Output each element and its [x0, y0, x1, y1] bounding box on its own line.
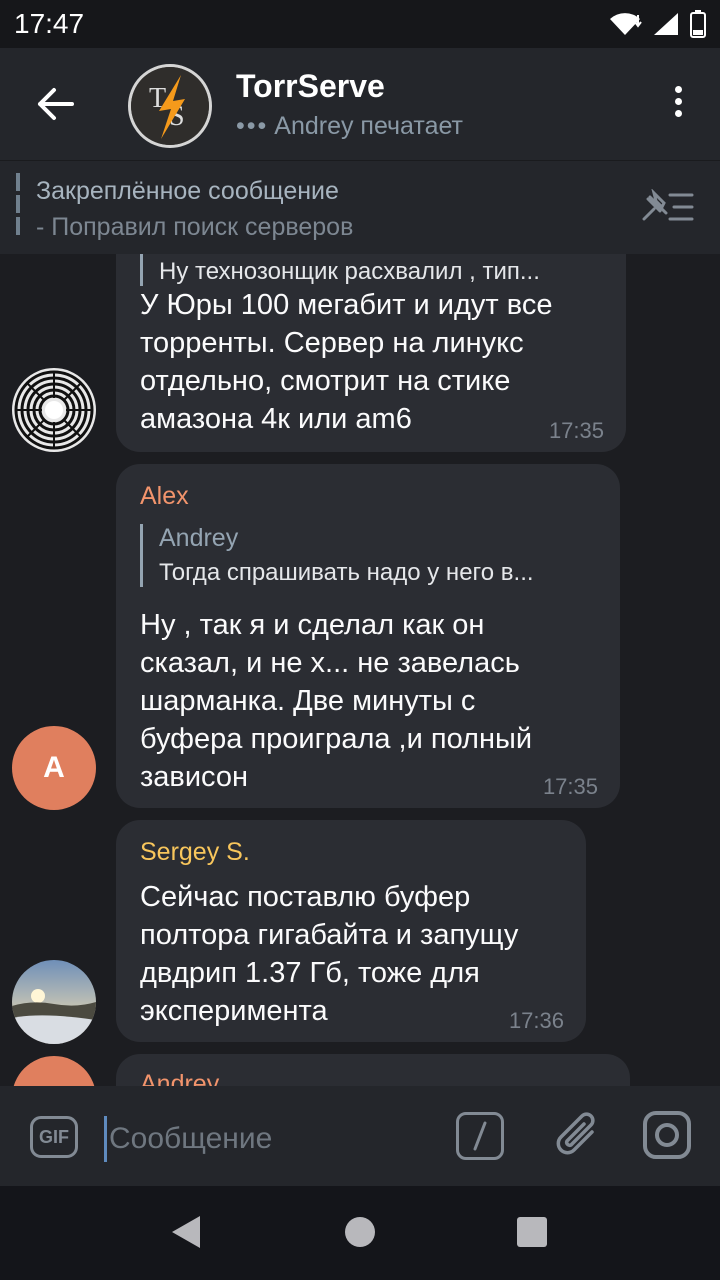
message-composer: GIF	[0, 1086, 720, 1186]
reply-preview[interactable]: Ну технозонщик расхвалил , тип...	[140, 254, 600, 286]
message-text: У Юры 100 мегабит и идут все торренты. С…	[140, 289, 553, 435]
avatar[interactable]	[12, 960, 96, 1044]
system-navigation-bar	[0, 1186, 720, 1280]
message-time: 17:35	[542, 774, 598, 799]
message-bubble[interactable]: Andrey	[116, 1054, 630, 1086]
avatar-letter: A	[43, 751, 65, 784]
sender-name[interactable]: Andrey	[140, 1070, 219, 1086]
reply-text: Ну технозонщик расхвалил , тип...	[159, 258, 540, 285]
chat-header: T S TorrServe ••• Andrey печатает	[0, 48, 720, 160]
message-text: Сейчас поставлю буфер полтора гигабайта …	[140, 881, 519, 1027]
avatar[interactable]: A	[12, 726, 96, 810]
signal-icon	[654, 13, 678, 35]
slash-icon	[473, 1121, 487, 1151]
unpin-icon[interactable]	[640, 189, 696, 225]
reply-name: Andrey	[159, 524, 239, 552]
reply-preview[interactable]: Andrey Тогда спрашивать надо у него в...	[140, 524, 600, 587]
nav-recents-icon[interactable]	[516, 1216, 548, 1248]
landscape-avatar-icon	[12, 960, 96, 1044]
status-icons	[608, 10, 706, 38]
typing-text: Andrey печатает	[274, 112, 464, 140]
torrserve-logo-icon: T S	[131, 67, 209, 145]
message-time: 17:36	[508, 1008, 564, 1033]
message-bubble[interactable]: Alex Andrey Тогда спрашивать надо у него…	[116, 464, 620, 808]
chat-title[interactable]: TorrServe	[236, 68, 385, 105]
spiral-avatar-icon	[12, 368, 96, 452]
menu-dots-icon[interactable]	[670, 86, 686, 122]
status-time: 17:47	[14, 8, 85, 39]
typing-dots: •••	[236, 112, 269, 140]
pinned-message[interactable]: Закреплённое сообщение - Поправил поиск …	[0, 160, 720, 254]
status-bar: 17:47	[0, 0, 720, 48]
camera-icon[interactable]	[642, 1110, 692, 1160]
sender-name[interactable]: Alex	[140, 482, 189, 511]
battery-icon	[690, 10, 706, 38]
avatar[interactable]	[12, 368, 96, 452]
message-list[interactable]: Ну технозонщик расхвалил , тип... У Юры …	[0, 254, 720, 1086]
nav-back-icon[interactable]	[168, 1214, 204, 1250]
message-bubble[interactable]: Sergey S. Сейчас поставлю буфер полтора …	[116, 820, 586, 1042]
message-time: 17:35	[548, 418, 604, 443]
pinned-indicator	[16, 173, 20, 239]
nav-home-icon[interactable]	[344, 1216, 376, 1248]
pinned-title: Закреплённое сообщение	[36, 177, 339, 205]
sender-name[interactable]: Sergey S.	[140, 838, 250, 867]
bot-command-icon[interactable]	[456, 1112, 504, 1160]
wifi-icon	[610, 13, 642, 35]
typing-status: ••• Andrey печатает	[236, 112, 463, 141]
back-arrow-icon[interactable]	[32, 84, 80, 124]
message-bubble[interactable]: Ну технозонщик расхвалил , тип... У Юры …	[116, 254, 626, 452]
pinned-text: - Поправил поиск серверов	[36, 213, 354, 241]
group-avatar[interactable]: T S	[128, 64, 212, 148]
reply-text: Тогда спрашивать надо у него в...	[159, 559, 534, 586]
message-input[interactable]	[104, 1116, 424, 1162]
gif-icon[interactable]: GIF	[30, 1116, 78, 1158]
paperclip-icon[interactable]	[552, 1110, 602, 1162]
avatar[interactable]	[12, 1056, 96, 1086]
message-text: Ну , так я и сделал как он сказал, и не …	[140, 609, 533, 793]
